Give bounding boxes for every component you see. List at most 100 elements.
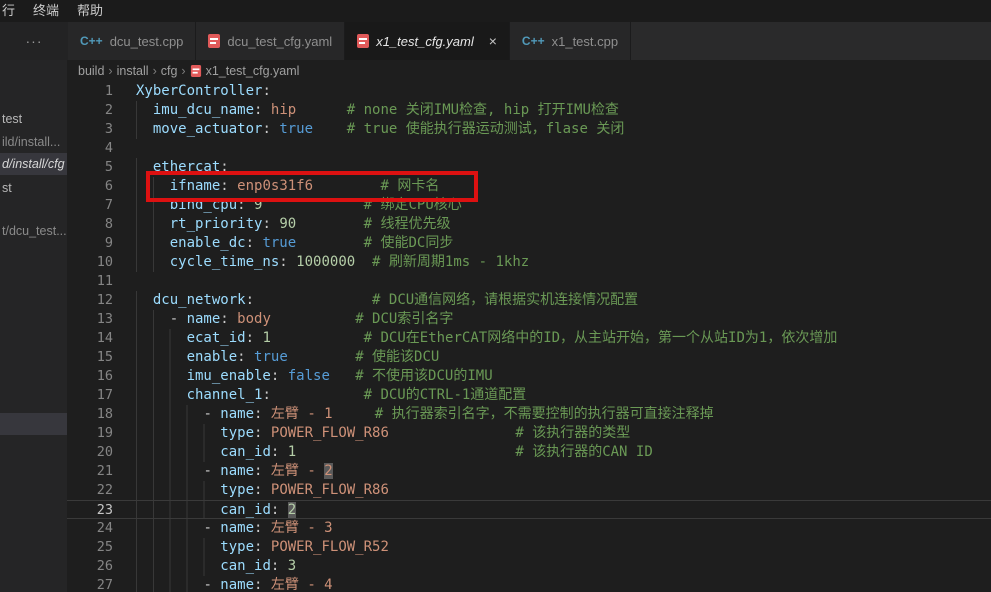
line-number[interactable]: 16 [67,367,113,386]
code-line-26[interactable]: 26 can_id: 3 [67,557,991,576]
code-token [389,425,515,441]
line-number[interactable]: 10 [67,253,113,272]
code-line-16[interactable]: 16 imu_enable: false # 不使用该DCU的IMU [67,367,991,386]
code-line-2[interactable]: 2 imu_dcu_name: hip # none 关闭IMU检查, hip … [67,101,991,120]
line-number[interactable]: 1 [67,82,113,101]
code-line-8[interactable]: 8 rt_priority: 90 # 线程优先级 [67,215,991,234]
line-number[interactable]: 21 [67,462,113,481]
code-line-14[interactable]: 14 ecat_id: 1 # DCU在EtherCAT网络中的ID，从主站开始… [67,329,991,348]
tab-x1_test.cpp[interactable]: C++x1_test.cpp [510,22,631,60]
menu-item-帮助[interactable]: 帮助 [68,0,112,22]
line-number[interactable]: 12 [67,291,113,310]
code-line-15[interactable]: 15 enable: true # 使能该DCU [67,348,991,367]
line-number[interactable]: 4 [67,139,113,158]
code-line-7[interactable]: 7 bind_cpu: 9 # 绑定CPU核心 [67,196,991,215]
code-line-10[interactable]: 10 cycle_time_ns: 1000000 # 刷新周期1ms - 1k… [67,253,991,272]
sidebar-item-ild-install-[interactable]: ild/install... [0,131,67,153]
line-number[interactable]: 14 [67,329,113,348]
line-number[interactable]: 23 [67,501,113,518]
indent-guides [136,576,201,592]
code-line-1[interactable]: 1XyberController: [67,82,991,101]
comment-token: # 绑定CPU核心 [364,197,462,213]
code-line-4[interactable]: 4 [67,139,991,158]
line-number[interactable]: 7 [67,196,113,215]
code-line-content: imu_dcu_name: hip # none 关闭IMU检查, hip 打开… [113,101,619,120]
line-number[interactable]: 27 [67,576,113,592]
code-line-25[interactable]: 25 type: POWER_FLOW_R52 [67,538,991,557]
code-line-17[interactable]: 17 channel_1: # DCU的CTRL-1通道配置 [67,386,991,405]
code-line-18[interactable]: 18 - name: 左臂 - 1 # 执行器索引名字，不需要控制的执行器可直接… [67,405,991,424]
code-line-27[interactable]: 27 - name: 左臂 - 4 [67,576,991,592]
code-token [313,178,380,194]
tab-dcu_test.cpp[interactable]: C++dcu_test.cpp [68,22,196,60]
tab-x1_test_cfg.yaml[interactable]: x1_test_cfg.yaml× [345,22,510,60]
code-line-content: channel_1: # DCU的CTRL-1通道配置 [113,386,526,405]
sidebar-item-st[interactable]: st [0,177,67,199]
line-number[interactable]: 20 [67,443,113,462]
line-number[interactable]: 8 [67,215,113,234]
code-token [262,520,270,536]
line-number[interactable]: 15 [67,348,113,367]
code-token: 左臂 - 4 [271,577,333,592]
code-token: : [246,235,254,251]
ellipsis-icon: ··· [26,33,43,49]
code-token: POWER_FLOW_R52 [271,539,389,555]
indent-guides [136,481,218,500]
comment-token: # 该执行器的CAN ID [515,444,652,460]
code-line-20[interactable]: 20 can_id: 1 # 该执行器的CAN ID [67,443,991,462]
code-line-24[interactable]: 24 - name: 左臂 - 3 [67,519,991,538]
more-actions-button[interactable]: ··· [0,22,68,60]
code-line-19[interactable]: 19 type: POWER_FLOW_R86 # 该执行器的类型 [67,424,991,443]
tab-bar: ··· C++dcu_test.cppdcu_test_cfg.yamlx1_t… [0,22,991,60]
line-number[interactable]: 18 [67,405,113,424]
line-number[interactable]: 24 [67,519,113,538]
code-line-3[interactable]: 3 move_actuator: true # true 使能执行器运动测试，f… [67,120,991,139]
menu-item-终端[interactable]: 终端 [24,0,68,22]
line-number[interactable]: 13 [67,310,113,329]
sidebar-item-test[interactable]: test [0,108,67,130]
code-token [279,558,287,574]
code-token: dcu_network [153,292,246,308]
line-number[interactable]: 19 [67,424,113,443]
indent-guides [136,310,168,329]
code-line-content: bind_cpu: 9 # 绑定CPU核心 [113,196,462,215]
code-token [279,502,287,518]
line-number[interactable]: 9 [67,234,113,253]
breadcrumb-item-build[interactable]: build [78,64,104,78]
code-line-9[interactable]: 9 enable_dc: true # 使能DC同步 [67,234,991,253]
line-number[interactable]: 22 [67,481,113,500]
code-line-5[interactable]: 5 ethercat: [67,158,991,177]
line-number[interactable]: 5 [67,158,113,177]
line-number[interactable]: 25 [67,538,113,557]
sidebar-item-t-dcu-test-[interactable]: t/dcu_test... [0,220,67,242]
sidebar-item-d-install-cfg[interactable]: d/install/cfg [0,153,67,175]
code-token [229,311,237,327]
comment-token: # 使能DC同步 [364,235,454,251]
tab-dcu_test_cfg.yaml[interactable]: dcu_test_cfg.yaml [196,22,345,60]
line-number[interactable]: 26 [67,557,113,576]
sidebar-item-selected-empty[interactable] [0,413,67,435]
code-line-13[interactable]: 13 - name: body # DCU索引名字 [67,310,991,329]
code-token: ecat_id [187,330,246,346]
line-number[interactable]: 11 [67,272,113,291]
line-number[interactable]: 2 [67,101,113,120]
code-line-6[interactable]: 6 ifname: enp0s31f6 # 网卡名 [67,177,991,196]
code-token: : [262,83,270,99]
code-line-21[interactable]: 21 - name: 左臂 - 2 [67,462,991,481]
code-line-22[interactable]: 22 type: POWER_FLOW_R86 [67,481,991,500]
code-line-12[interactable]: 12 dcu_network: # DCU通信网络，请根据实机连接情况配置 [67,291,991,310]
close-tab-icon[interactable]: × [489,33,497,49]
menu-item-行[interactable]: 行 [0,0,24,22]
code-line-11[interactable]: 11 [67,272,991,291]
breadcrumb-item-file[interactable]: x1_test_cfg.yaml [206,64,300,78]
code-token [254,292,372,308]
line-number[interactable]: 17 [67,386,113,405]
line-number[interactable]: 6 [67,177,113,196]
breadcrumb-item-install[interactable]: install [117,64,149,78]
code-editor[interactable]: 1XyberController:2 imu_dcu_name: hip # n… [67,82,991,592]
code-line-23[interactable]: 23 can_id: 2 [67,500,991,519]
breadcrumb-item-cfg[interactable]: cfg [161,64,178,78]
line-number[interactable]: 3 [67,120,113,139]
comment-token: # none 关闭IMU检查, hip 打开IMU检查 [347,102,619,118]
indent-guides [136,424,218,443]
